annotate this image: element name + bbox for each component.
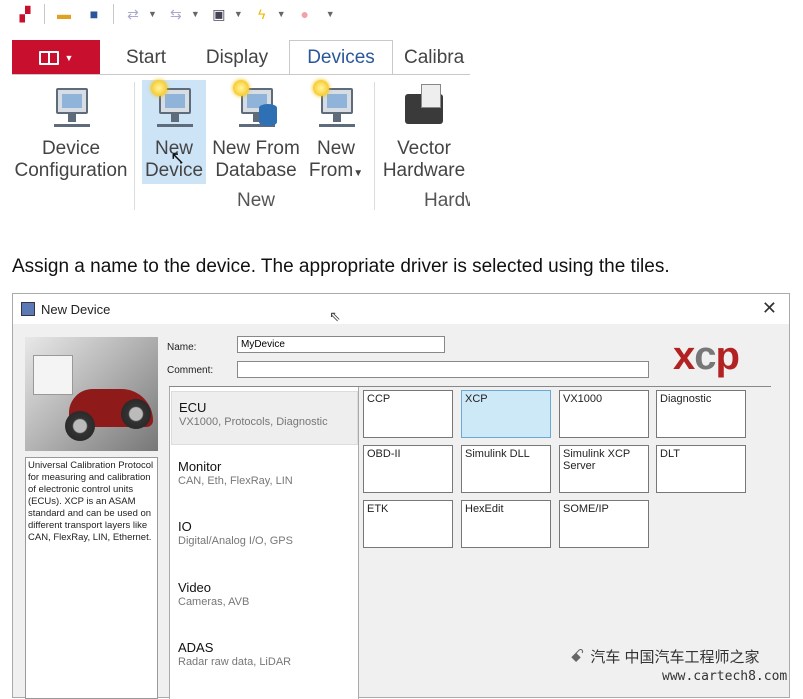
- tab-devices[interactable]: Devices: [289, 40, 393, 75]
- lightning-icon[interactable]: ϟ: [251, 4, 273, 24]
- category-title: ECU: [179, 400, 207, 415]
- new-from-database-button[interactable]: New From Database: [210, 80, 302, 182]
- category-title: Monitor: [178, 459, 222, 474]
- category-title: IO: [178, 519, 192, 534]
- tile-simulink-dll[interactable]: Simulink DLL: [461, 445, 551, 493]
- category-subtitle: VX1000, Protocols, Diagnostic: [179, 416, 328, 428]
- button-label: Configuration: [14, 160, 128, 181]
- comment-label: Comment:: [167, 365, 214, 376]
- vector-hardware-icon: [401, 80, 447, 134]
- category-subtitle: CAN, Eth, FlexRay, LIN: [178, 475, 293, 487]
- group-label-new: New: [237, 190, 276, 211]
- button-label: From▼: [308, 160, 364, 181]
- mouse-cursor-icon: ↖: [170, 148, 186, 168]
- tile-xcp[interactable]: XCP: [461, 390, 551, 438]
- tab-start[interactable]: Start: [112, 40, 180, 75]
- name-label: Name:: [167, 342, 197, 353]
- chevron-down-icon[interactable]: ▼: [277, 9, 286, 19]
- group-separator: [134, 82, 135, 210]
- file-menu-button[interactable]: ▼: [12, 40, 100, 75]
- name-input[interactable]: [237, 336, 445, 353]
- dialog-titlebar: New Device ✕: [13, 294, 789, 324]
- device-icon: [21, 302, 35, 316]
- connect-icon[interactable]: ⇄: [122, 4, 144, 24]
- category-title: ADAS: [178, 640, 214, 655]
- tile-hexedit[interactable]: HexEdit: [461, 500, 551, 548]
- new-from-button[interactable]: New From▼: [304, 80, 368, 185]
- chevron-down-icon: ▼: [353, 168, 364, 179]
- button-label: Database: [215, 160, 297, 181]
- xcp-logo: xcp: [673, 334, 740, 378]
- mouse-cursor-icon: ⇖: [329, 308, 341, 324]
- disconnect-icon[interactable]: ⇆: [165, 4, 187, 24]
- tile-ccp[interactable]: CCP: [363, 390, 453, 438]
- device-description: Universal Calibration Protocol for measu…: [25, 457, 158, 699]
- tile-simulink-xcp-server[interactable]: Simulink XCP Server: [559, 445, 649, 493]
- chevron-down-icon[interactable]: ▼: [234, 9, 243, 19]
- chevron-down-icon[interactable]: ▼: [148, 9, 157, 19]
- tile-etk[interactable]: ETK: [363, 500, 453, 548]
- tile-vx1000[interactable]: VX1000: [559, 390, 649, 438]
- button-label: New: [316, 138, 355, 159]
- tile-obd-ii[interactable]: OBD-II: [363, 445, 453, 493]
- new-from-icon: [313, 80, 359, 134]
- button-label: New From: [212, 138, 300, 159]
- category-io[interactable]: IO Digital/Analog I/O, GPS: [171, 511, 358, 565]
- toolbar-separator: [44, 4, 45, 24]
- watermark-title: 汽车 中国汽车工程师之家: [590, 649, 760, 666]
- new-from-database-icon: [233, 80, 279, 134]
- button-label: Device: [41, 138, 101, 159]
- record-icon[interactable]: ●: [294, 4, 316, 24]
- quick-access-toolbar: ▞ ▬ ■ ⇄ ▼ ⇆ ▼ ▣ ▼ ϟ ▼ ● ▼: [0, 0, 470, 28]
- instruction-text: Assign a name to the device. The appropr…: [12, 256, 670, 277]
- device-configuration-icon: [48, 80, 94, 134]
- button-label: Vector: [397, 138, 451, 159]
- tile-diagnostic[interactable]: Diagnostic: [656, 390, 746, 438]
- category-monitor[interactable]: Monitor CAN, Eth, FlexRay, LIN: [171, 451, 358, 505]
- device-configuration-button[interactable]: Device Configuration: [12, 80, 130, 182]
- category-subtitle: Radar raw data, LiDAR: [178, 656, 292, 668]
- book-icon: [38, 50, 59, 65]
- ribbon-divider: [12, 74, 470, 75]
- new-device-icon: [151, 80, 197, 134]
- toolbar-separator: [113, 4, 114, 24]
- comment-input[interactable]: [237, 361, 649, 378]
- window-layout-icon[interactable]: ▣: [208, 4, 230, 24]
- category-subtitle: Digital/Analog I/O, GPS: [178, 535, 293, 547]
- new-device-dialog: New Device ✕ ⇖ Universal Calibration Pro…: [12, 293, 790, 699]
- save-icon[interactable]: ■: [83, 4, 105, 24]
- category-ecu[interactable]: ECU VX1000, Protocols, Diagnostic: [171, 391, 358, 445]
- close-icon[interactable]: ✕: [762, 298, 777, 319]
- tile-some-ip[interactable]: SOME/IP: [559, 500, 649, 548]
- tab-display[interactable]: Display: [194, 40, 280, 75]
- overflow-icon[interactable]: ▼: [326, 9, 335, 19]
- wechat-icon: ꗃ: [570, 646, 585, 666]
- category-adas[interactable]: ADAS Radar raw data, LiDAR: [171, 632, 358, 686]
- dialog-title: New Device: [41, 301, 111, 317]
- tab-calibration[interactable]: Calibra: [404, 40, 470, 75]
- group-separator: [374, 82, 375, 210]
- chevron-down-icon[interactable]: ▼: [191, 9, 200, 19]
- device-preview-image: [25, 337, 158, 451]
- category-title: Video: [178, 580, 212, 595]
- network-config-icon[interactable]: ▞: [14, 4, 36, 24]
- watermark: ꗃ 汽车 中国汽车工程师之家 www.cartech8.com: [570, 640, 803, 698]
- category-video[interactable]: Video Cameras, AVB: [171, 572, 358, 626]
- vector-hardware-button[interactable]: Vector Hardware: [380, 80, 468, 182]
- watermark-url: www.cartech8.com: [662, 669, 788, 684]
- device-category-list: ECU VX1000, Protocols, Diagnostic Monitor…: [169, 387, 359, 699]
- category-subtitle: Cameras, AVB: [178, 596, 250, 608]
- tile-dlt[interactable]: DLT: [656, 445, 746, 493]
- chevron-down-icon: ▼: [64, 52, 74, 63]
- button-label: Hardware: [382, 160, 466, 181]
- open-folder-icon[interactable]: ▬: [53, 4, 75, 24]
- group-label-hardware: Hardw: [424, 190, 470, 211]
